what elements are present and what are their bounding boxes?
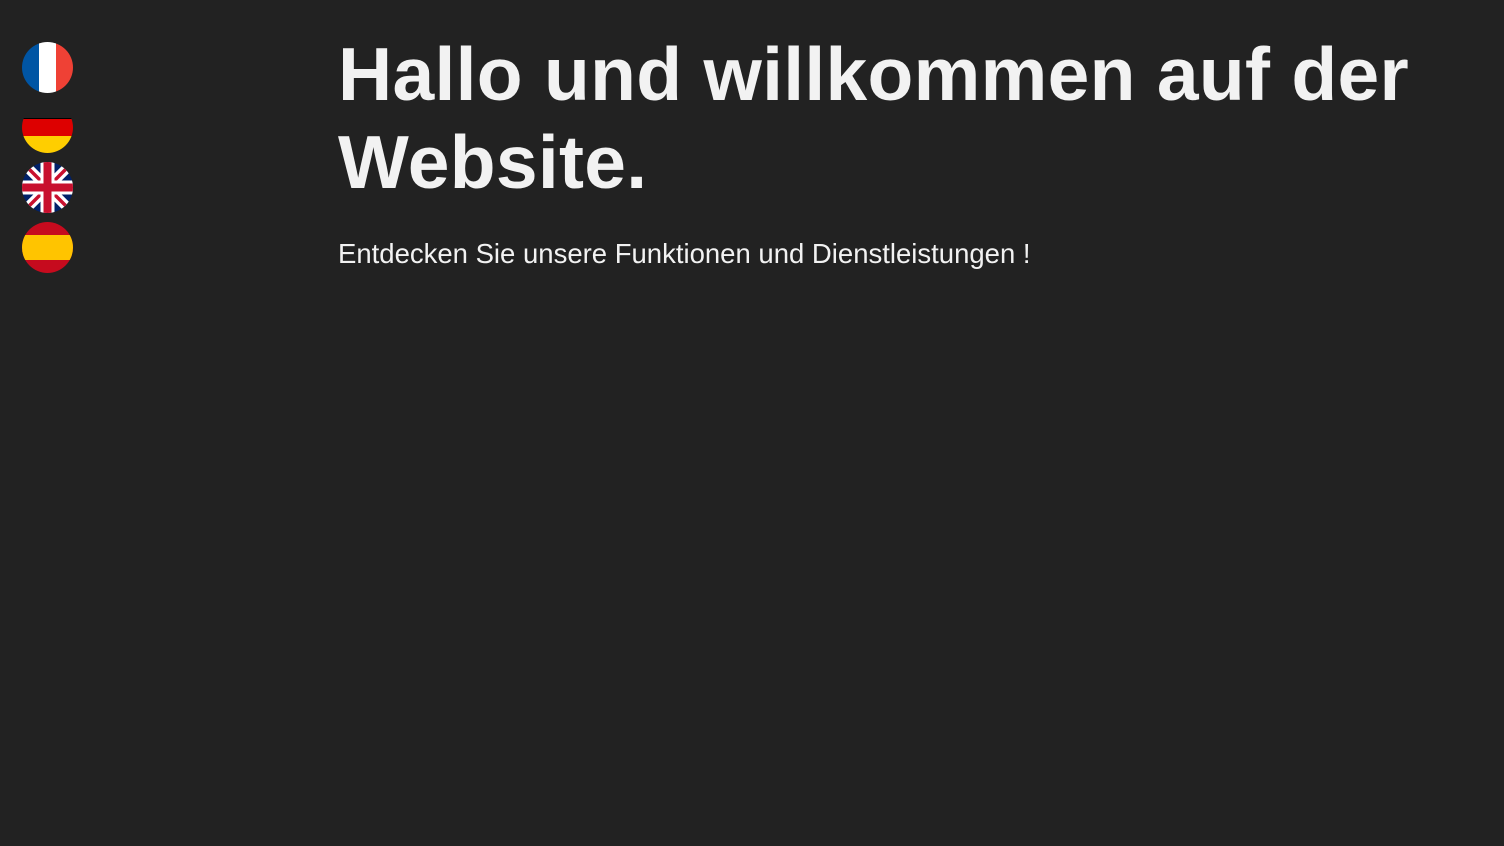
uk-flag-icon bbox=[22, 162, 73, 213]
language-option-french[interactable] bbox=[22, 42, 73, 93]
language-option-german[interactable] bbox=[22, 118, 73, 153]
page: Hallo und willkommen auf der Website. En… bbox=[0, 0, 1504, 846]
germany-flag-icon bbox=[22, 118, 73, 153]
language-option-spanish[interactable] bbox=[22, 222, 73, 273]
france-flag-icon bbox=[22, 42, 73, 93]
page-subtitle: Entdecken Sie unsere Funktionen und Dien… bbox=[338, 238, 1031, 269]
hero-section: Hallo und willkommen auf der Website. En… bbox=[338, 30, 1478, 271]
language-option-english[interactable] bbox=[22, 162, 73, 213]
language-option-german-wrapper bbox=[22, 118, 73, 153]
page-title: Hallo und willkommen auf der Website. bbox=[338, 32, 1410, 204]
spain-flag-icon bbox=[22, 222, 73, 273]
